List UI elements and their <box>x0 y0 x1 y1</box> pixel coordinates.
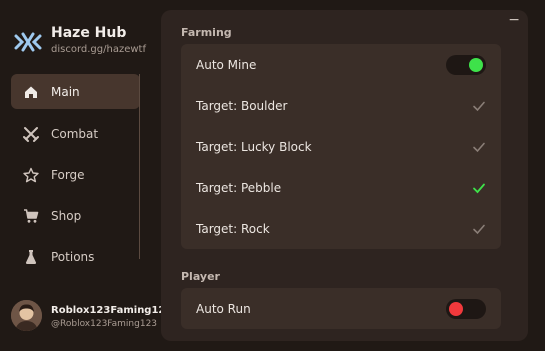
sidebar-item-potions[interactable]: Potions <box>11 239 140 274</box>
section-title-player: Player <box>181 270 220 283</box>
target-boulder-row[interactable]: Target: Boulder <box>181 85 501 126</box>
star-icon <box>23 167 39 183</box>
user-name: Roblox123Faming123 <box>51 305 164 316</box>
sidebar-item-forge[interactable]: Forge <box>11 157 140 192</box>
checkmark-icon[interactable] <box>472 222 486 236</box>
sidebar-item-label: Forge <box>51 167 85 182</box>
target-lucky-block-row[interactable]: Target: Lucky Block <box>181 126 501 167</box>
sidebar-divider <box>139 74 140 259</box>
sidebar-item-label: Shop <box>51 208 82 223</box>
crossed-swords-icon <box>23 126 39 142</box>
sidebar-item-combat[interactable]: Combat <box>11 116 140 151</box>
avatar <box>11 300 42 331</box>
auto-run-toggle[interactable] <box>446 298 486 319</box>
row-label: Auto Mine <box>196 57 257 72</box>
app-window: Haze Hub discord.gg/hazewtf Main Combat … <box>0 0 545 351</box>
minimize-button[interactable]: − <box>508 12 520 28</box>
checkmark-icon[interactable] <box>472 140 486 154</box>
checkmark-icon[interactable] <box>472 181 486 195</box>
checkmark-icon[interactable] <box>472 99 486 113</box>
auto-mine-row[interactable]: Auto Mine <box>181 44 501 85</box>
farming-card: Auto Mine Target: Boulder Target: Lucky … <box>181 44 501 249</box>
user-profile: Roblox123Faming123 @Roblox123Faming123 <box>11 300 164 334</box>
row-label: Target: Rock <box>196 221 270 236</box>
sidebar-item-label: Main <box>51 84 80 99</box>
toggle-knob <box>469 57 483 72</box>
row-label: Target: Boulder <box>196 98 288 113</box>
haze-logo-icon <box>13 30 43 54</box>
target-pebble-row[interactable]: Target: Pebble <box>181 167 501 208</box>
discord-link[interactable]: discord.gg/hazewtf <box>51 44 146 55</box>
sidebar: Haze Hub discord.gg/hazewtf Main Combat … <box>0 0 164 351</box>
auto-run-row[interactable]: Auto Run <box>181 288 501 329</box>
sidebar-item-label: Potions <box>51 249 95 264</box>
section-title-farming: Farming <box>181 26 232 39</box>
auto-mine-toggle[interactable] <box>446 54 486 75</box>
sidebar-item-label: Combat <box>51 126 99 141</box>
app-title: Haze Hub <box>51 25 127 41</box>
sidebar-item-main[interactable]: Main <box>11 74 140 109</box>
target-rock-row[interactable]: Target: Rock <box>181 208 501 249</box>
row-label: Target: Pebble <box>196 180 282 195</box>
cart-icon <box>23 208 39 224</box>
player-card: Auto Run <box>181 288 501 329</box>
row-label: Auto Run <box>196 301 251 316</box>
user-handle: @Roblox123Faming123 <box>51 319 158 329</box>
potion-icon <box>23 249 39 265</box>
sidebar-item-shop[interactable]: Shop <box>11 198 140 233</box>
home-icon <box>23 84 39 100</box>
row-label: Target: Lucky Block <box>196 139 312 154</box>
toggle-knob <box>449 301 463 316</box>
main-panel: − Farming Auto Mine Target: Boulder Targ… <box>161 10 528 341</box>
